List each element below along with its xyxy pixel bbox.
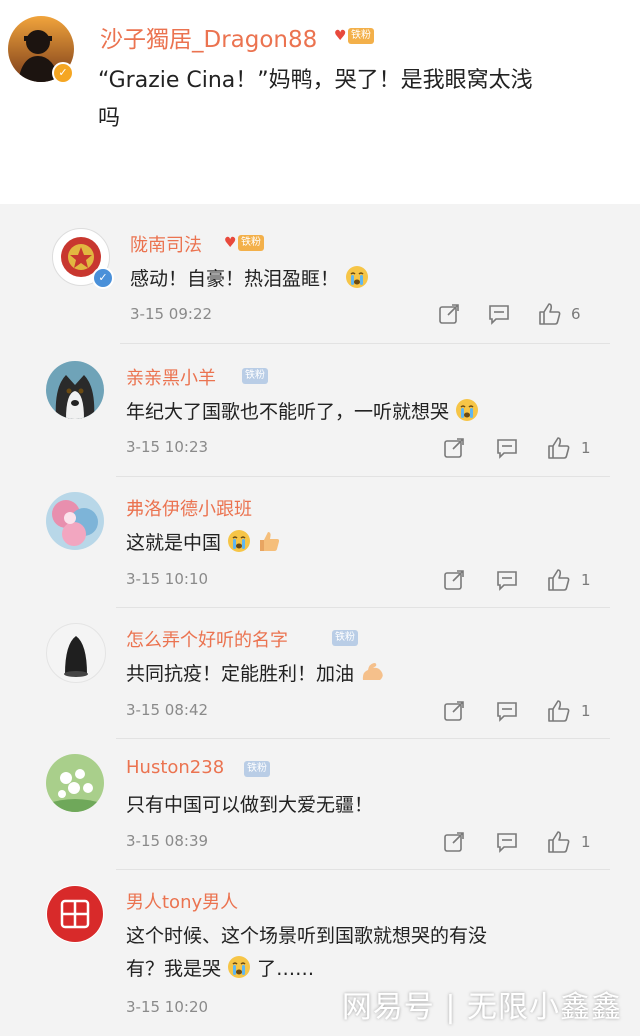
divider: [116, 869, 610, 870]
fan-badge: 铁粉: [242, 368, 268, 384]
fan-heart-icon: ♥: [334, 28, 347, 44]
fan-badge: 铁粉: [244, 761, 270, 777]
like-icon[interactable]: [538, 302, 562, 330]
crying-emoji-icon: [227, 955, 251, 984]
divider: [116, 738, 610, 739]
divider: [120, 343, 610, 344]
like-icon[interactable]: [547, 830, 571, 858]
like-count: 1: [581, 702, 591, 720]
like-icon[interactable]: [547, 699, 571, 727]
comment-icon[interactable]: [496, 831, 518, 857]
reply-time: 3-15 10:10: [126, 570, 209, 588]
reply-text-content: 这就是中国: [126, 532, 222, 554]
reply-avatar[interactable]: [46, 623, 106, 683]
main-post-username[interactable]: 沙子獨居_Dragon88: [100, 20, 317, 54]
reply-text-content: 共同抗疫！定能胜利！加油: [126, 663, 355, 685]
share-icon[interactable]: [443, 569, 465, 595]
reply-username[interactable]: 怎么弄个好听的名字: [126, 626, 288, 652]
reply-text: 这就是中国: [126, 528, 281, 558]
share-icon[interactable]: [443, 700, 465, 726]
reply-text: 感动！自豪！热泪盈眶！: [130, 264, 369, 294]
reply-username[interactable]: 亲亲黑小羊: [126, 364, 216, 390]
share-icon[interactable]: [443, 831, 465, 857]
main-post-text-line2: 吗: [98, 106, 121, 131]
reply-text-content: 有？我是哭: [126, 958, 222, 980]
reply-username[interactable]: Huston238: [126, 757, 224, 778]
reply-time: 3-15 10:20: [126, 998, 209, 1016]
like-count: 1: [581, 833, 591, 851]
fan-badge: 铁粉: [332, 630, 358, 646]
like-count: 1: [581, 439, 591, 457]
reply-time: 3-15 08:42: [126, 701, 209, 719]
reply-text: 只有中国可以做到大爱无疆！: [126, 790, 373, 817]
reply-text-content: 只有中国可以做到大爱无疆！: [126, 794, 374, 816]
reply-text-content: 年纪大了国歌也不能听了，一听就想哭: [126, 401, 450, 423]
fan-heart-icon: ♥: [224, 235, 237, 251]
reply-time: 3-15 09:22: [130, 305, 213, 323]
reply-username[interactable]: 陇南司法: [130, 231, 202, 257]
reply-avatar[interactable]: [46, 885, 104, 943]
like-count: 6: [571, 305, 581, 323]
divider: [116, 476, 610, 477]
verified-icon: ✓: [52, 62, 74, 84]
comment-icon[interactable]: [488, 303, 510, 329]
thumbs-up-emoji-icon: [257, 529, 281, 558]
main-post: ✓ 沙子獨居_Dragon88 ♥ 铁粉 “Grazie Cina！”妈鸭，哭了…: [0, 0, 640, 204]
reply-text-line2: 有？我是哭 了……: [126, 954, 314, 984]
comment-icon[interactable]: [496, 700, 518, 726]
like-count: 1: [581, 571, 591, 589]
like-icon[interactable]: [547, 436, 571, 464]
reply-text-line1: 这个时候、这个场景听到国歌就想哭的有没: [126, 925, 488, 947]
reply-avatar[interactable]: [46, 492, 104, 550]
fan-badge: 铁粉: [348, 28, 374, 44]
reply-avatar[interactable]: [46, 754, 104, 812]
divider: [116, 607, 610, 608]
reply-text-content: 感动！自豪！热泪盈眶！: [130, 268, 340, 290]
crying-emoji-icon: [345, 265, 369, 294]
crying-emoji-icon: [227, 529, 251, 558]
reply-avatar[interactable]: [46, 361, 104, 419]
verified-icon: ✓: [92, 267, 114, 289]
crying-emoji-icon: [455, 398, 479, 427]
share-icon[interactable]: [443, 437, 465, 463]
reply-username[interactable]: 弗洛伊德小跟班: [126, 495, 252, 521]
like-icon[interactable]: [547, 568, 571, 596]
main-post-text-line1: “Grazie Cina！”妈鸭，哭了！是我眼窝太浅: [98, 68, 533, 93]
fan-badge: 铁粉: [238, 235, 264, 251]
reply-text-end: 了……: [257, 958, 315, 980]
reply-time: 3-15 10:23: [126, 438, 209, 456]
watermark: 网易号 | 无限小鑫鑫: [341, 990, 622, 1025]
comment-icon[interactable]: [496, 569, 518, 595]
reply-text: 共同抗疫！定能胜利！加油: [126, 659, 386, 689]
comment-icon[interactable]: [496, 437, 518, 463]
muscle-emoji-icon: [360, 660, 386, 689]
reply-time: 3-15 08:39: [126, 832, 209, 850]
reply-username[interactable]: 男人tony男人: [126, 888, 238, 914]
reply-text: 年纪大了国歌也不能听了，一听就想哭: [126, 397, 479, 427]
share-icon[interactable]: [438, 303, 460, 329]
